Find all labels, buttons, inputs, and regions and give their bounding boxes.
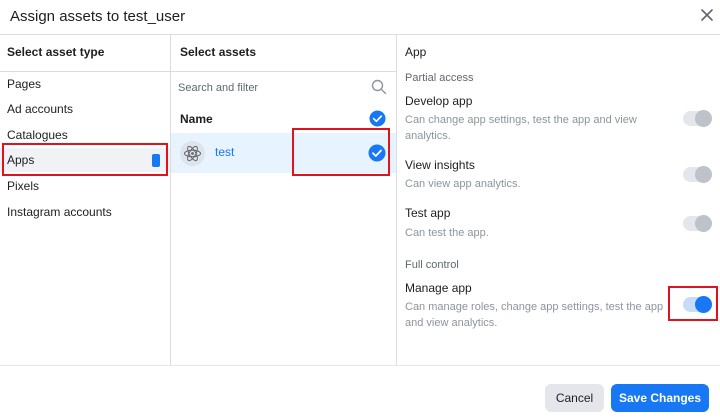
cancel-button[interactable]: Cancel: [545, 384, 604, 412]
manage-app-toggle-highlight-box: [668, 286, 718, 321]
develop-app-toggle[interactable]: [683, 110, 712, 127]
app-atom-icon: [180, 141, 205, 166]
view-insights-toggle[interactable]: [683, 166, 712, 183]
asset-type-column: Select asset type Pages Ad accounts Cata…: [0, 35, 170, 365]
toggle-knob: [695, 166, 712, 183]
full-control-label: Full control: [405, 259, 459, 271]
assign-assets-dialog: Assign assets to test_user Select asset …: [0, 0, 720, 420]
toggle-knob: [695, 215, 712, 232]
footer-divider: [0, 365, 720, 366]
asset-type-ad-accounts[interactable]: Ad accounts: [0, 97, 170, 121]
dialog-header: Assign assets to test_user: [0, 0, 720, 34]
permission-view-insights-title: View insights: [405, 158, 475, 172]
permissions-heading: App: [405, 45, 427, 59]
asset-type-instagram-accounts[interactable]: Instagram accounts: [0, 200, 170, 224]
select-all-checkbox[interactable]: [369, 110, 386, 127]
toggle-knob: [695, 110, 712, 127]
permission-manage-app-desc: Can manage roles, change app settings, t…: [405, 301, 664, 329]
asset-type-pages[interactable]: Pages: [0, 72, 170, 96]
name-column-header: Name: [180, 112, 213, 126]
asset-list-column: Select assets Name test: [171, 35, 396, 365]
asset-name: test: [215, 145, 235, 159]
permission-test-app-title: Test app: [405, 206, 451, 220]
permission-develop-app-title: Develop app: [405, 94, 473, 108]
test-app-toggle[interactable]: [683, 215, 712, 232]
permission-develop-app-desc: Can change app settings, test the app an…: [405, 114, 637, 142]
asset-type-pixels[interactable]: Pixels: [0, 174, 170, 198]
asset-type-heading: Select asset type: [7, 45, 105, 59]
permission-test-app-desc: Can test the app.: [405, 227, 489, 239]
search-input[interactable]: [178, 77, 368, 99]
permission-manage-app-title: Manage app: [405, 281, 472, 295]
save-changes-button[interactable]: Save Changes: [611, 384, 709, 412]
partial-access-label: Partial access: [405, 72, 474, 84]
close-icon[interactable]: [698, 6, 716, 24]
permission-view-insights-desc: Can view app analytics.: [405, 178, 521, 190]
asset-checkbox-highlight-box: [292, 128, 390, 176]
dialog-title: Assign assets to test_user: [10, 8, 186, 25]
asset-list-divider: [171, 71, 396, 72]
apps-highlight-box: [2, 143, 168, 176]
search-icon[interactable]: [371, 79, 387, 95]
asset-list-heading: Select assets: [180, 45, 257, 59]
